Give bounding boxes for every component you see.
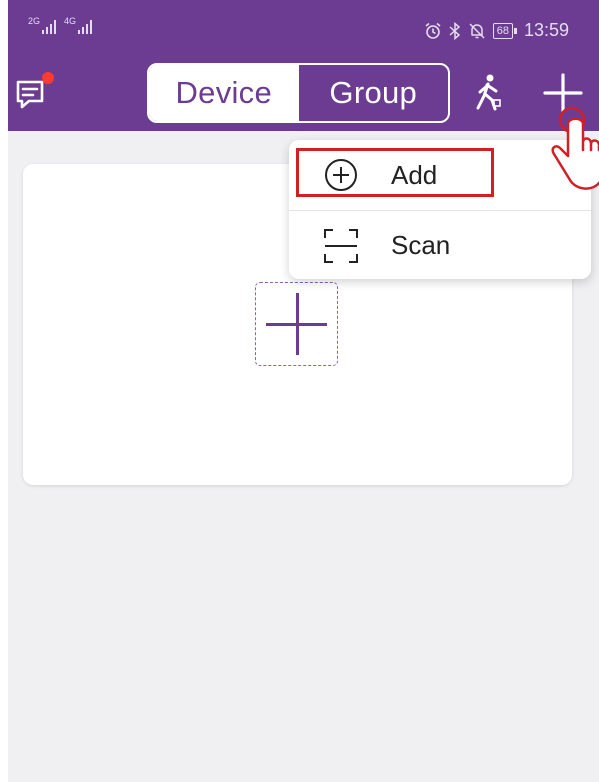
tap-hand-icon — [551, 106, 599, 190]
signal-bars-icon — [78, 20, 93, 34]
menu-item-scan[interactable]: Scan — [289, 210, 591, 280]
scan-frame-icon — [324, 228, 358, 263]
device-group-switch: Device Group — [147, 63, 450, 123]
tab-device[interactable]: Device — [149, 65, 299, 121]
menu-item-scan-label: Scan — [391, 230, 451, 260]
notification-dot — [42, 72, 54, 84]
tab-group[interactable]: Group — [299, 65, 449, 121]
add-tile-plus-vertical — [296, 293, 299, 355]
network-type-2: 4G — [64, 16, 77, 26]
bluetooth-icon — [449, 21, 460, 40]
signal-2: 4G — [64, 16, 93, 34]
signal-bars-icon — [42, 20, 57, 34]
alarm-icon — [425, 22, 441, 39]
network-type-1: 2G — [28, 16, 41, 26]
status-time: 13:59 — [523, 20, 569, 40]
walking-person-icon[interactable] — [470, 72, 506, 114]
add-circle-icon — [325, 159, 357, 191]
menu-item-add-label: Add — [391, 159, 438, 190]
mute-icon — [469, 22, 485, 39]
battery-indicator: 68 — [492, 22, 518, 39]
app-header: 2G 4G 68 13:59 Device Group — [8, 0, 599, 131]
status-bar: 2G 4G 68 13:59 — [8, 0, 599, 62]
app-screen: 2G 4G 68 13:59 Device Group Add Scan — [8, 0, 599, 782]
signal-1: 2G — [28, 16, 57, 34]
add-device-tile[interactable] — [255, 282, 338, 366]
